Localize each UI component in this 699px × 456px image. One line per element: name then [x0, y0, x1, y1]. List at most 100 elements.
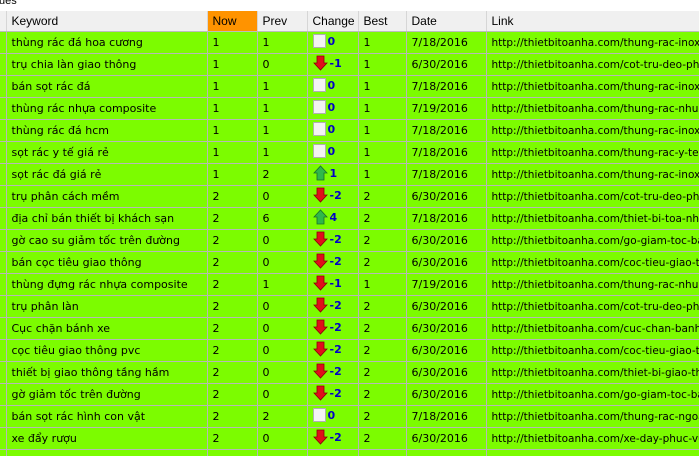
- table-row[interactable]: thùng rác đá hcm 1 1 0 1 7/18/2016 http://thie…: [0, 119, 699, 142]
- cell-prev[interactable]: 2: [257, 163, 308, 186]
- cell-best[interactable]: 2: [358, 405, 407, 428]
- cell-prev[interactable]: 0: [257, 185, 308, 208]
- cell-keyword[interactable]: bán sọt rác hình con vật: [6, 405, 208, 428]
- cell-keyword[interactable]: thiết bị giao thông tầng hầm: [6, 361, 208, 384]
- cell-link[interactable]: http://thietbitoanha.com/cot-tru-deo-pha…: [486, 53, 699, 76]
- cell-now[interactable]: 2: [207, 229, 258, 252]
- cell-link[interactable]: http://thietbitoanha.com/thiet-bi-toa-nh…: [486, 207, 699, 230]
- cell-change[interactable]: 0: [307, 141, 359, 164]
- cell-keyword[interactable]: gờ cao su giảm tốc trên đường: [6, 229, 208, 252]
- cell-prev[interactable]: 1: [257, 97, 308, 120]
- table-row[interactable]: địa chỉ bán thiết bị khách sạn 2 6 4 2 7/18/2…: [0, 207, 699, 230]
- cell-best[interactable]: 2: [358, 207, 407, 230]
- cell-link[interactable]: http://thietbitoanha.com/cot-tru-deo-pha…: [486, 295, 699, 318]
- cell-change[interactable]: 1: [307, 163, 359, 186]
- cell-keyword[interactable]: địa chỉ bán thiết bị khách sạn: [6, 207, 208, 230]
- cell-link[interactable]: http://thietbitoanha.com/cot-tru-deo-pha…: [486, 185, 699, 208]
- cell-date[interactable]: 6/30/2016: [406, 53, 487, 76]
- cell-best[interactable]: 2: [358, 317, 407, 340]
- column-header-keyword[interactable]: Keyword: [6, 11, 208, 32]
- cell-empty[interactable]: [257, 449, 308, 456]
- cell-prev[interactable]: 0: [257, 361, 308, 384]
- cell-empty[interactable]: [358, 449, 407, 456]
- table-row[interactable]: thùng đựng rác nhựa composite 2 1 -1 1 7/19/2…: [0, 273, 699, 296]
- cell-prev[interactable]: 6: [257, 207, 308, 230]
- table-row[interactable]: bán cọc tiêu giao thông 2 0 -2 2 6/30/2016 htt…: [0, 251, 699, 274]
- cell-change[interactable]: -2: [307, 383, 359, 406]
- cell-link[interactable]: http://thietbitoanha.com/thung-rac-inox-…: [486, 75, 699, 98]
- cell-keyword[interactable]: thùng rác đá hcm: [6, 119, 208, 142]
- cell-prev[interactable]: 0: [257, 53, 308, 76]
- cell-change[interactable]: 0: [307, 75, 359, 98]
- table-row[interactable]: sọt rác đá giá rẻ 1 2 1 1 7/18/2016 http://thi…: [0, 163, 699, 186]
- cell-prev[interactable]: 1: [257, 75, 308, 98]
- cell-date[interactable]: 6/30/2016: [406, 317, 487, 340]
- cell-best[interactable]: 1: [358, 141, 407, 164]
- cell-link[interactable]: http://thietbitoanha.com/go-giam-toc-ba.…: [486, 383, 699, 406]
- cell-now[interactable]: 2: [207, 427, 258, 450]
- cell-empty[interactable]: [207, 449, 258, 456]
- cell-date[interactable]: 6/30/2016: [406, 339, 487, 362]
- cell-link[interactable]: http://thietbitoanha.com/thung-rac-nhua-…: [486, 97, 699, 120]
- cell-change[interactable]: -1: [307, 273, 359, 296]
- table-row[interactable]: thiết bị giao thông tầng hầm 2 0 -2 2 6/30/20…: [0, 361, 699, 384]
- cell-date[interactable]: 7/19/2016: [406, 273, 487, 296]
- cell-now[interactable]: 2: [207, 185, 258, 208]
- cell-link[interactable]: http://thietbitoanha.com/thung-rac-nhua-…: [486, 273, 699, 296]
- cell-best[interactable]: 2: [358, 229, 407, 252]
- cell-empty[interactable]: [406, 449, 487, 456]
- cell-now[interactable]: 1: [207, 119, 258, 142]
- cell-now[interactable]: 2: [207, 295, 258, 318]
- cell-link[interactable]: http://thietbitoanha.com/thung-rac-inox-…: [486, 31, 699, 54]
- cell-change[interactable]: -2: [307, 295, 359, 318]
- keyword-ranking-grid[interactable]: Keyword Now Prev Change Best Date Link t…: [0, 11, 699, 456]
- cell-date[interactable]: 7/18/2016: [406, 163, 487, 186]
- cell-keyword[interactable]: bán cọc tiêu giao thông: [6, 251, 208, 274]
- column-header-date[interactable]: Date: [406, 11, 487, 32]
- cell-best[interactable]: 1: [358, 119, 407, 142]
- cell-keyword[interactable]: xe đẩy rượu: [6, 427, 208, 450]
- cell-best[interactable]: 2: [358, 251, 407, 274]
- cell-best[interactable]: 1: [358, 97, 407, 120]
- cell-prev[interactable]: 0: [257, 383, 308, 406]
- table-row[interactable]: bán sọt rác đá 1 1 0 1 7/18/2016 http://thietb…: [0, 75, 699, 98]
- cell-date[interactable]: 6/30/2016: [406, 383, 487, 406]
- cell-date[interactable]: 6/30/2016: [406, 251, 487, 274]
- cell-change[interactable]: 4: [307, 207, 359, 230]
- cell-link[interactable]: http://thietbitoanha.com/thung-rac-inox-…: [486, 163, 699, 186]
- cell-best[interactable]: 2: [358, 427, 407, 450]
- cell-best[interactable]: 1: [358, 273, 407, 296]
- table-row[interactable]: thùng rác đá hoa cương 1 1 0 1 7/18/2016 http:…: [0, 31, 699, 54]
- cell-now[interactable]: 2: [207, 273, 258, 296]
- column-header-change[interactable]: Change: [307, 11, 359, 32]
- cell-link[interactable]: http://thietbitoanha.com/thung-rac-y-te.…: [486, 141, 699, 164]
- cell-change[interactable]: 0: [307, 119, 359, 142]
- cell-change[interactable]: -2: [307, 317, 359, 340]
- cell-change[interactable]: -2: [307, 427, 359, 450]
- cell-date[interactable]: 6/30/2016: [406, 229, 487, 252]
- cell-prev[interactable]: 1: [257, 31, 308, 54]
- table-row[interactable]: gờ giảm tốc trên đường 2 0 -2 2 6/30/2016 http…: [0, 383, 699, 406]
- cell-now[interactable]: 2: [207, 317, 258, 340]
- cell-keyword[interactable]: cọc tiêu giao thông pvc: [6, 339, 208, 362]
- cell-prev[interactable]: 2: [257, 405, 308, 428]
- cell-link[interactable]: http://thietbitoanha.com/thung-rac-inox-…: [486, 119, 699, 142]
- table-row[interactable]: cọc tiêu giao thông pvc 2 0 -2 2 6/30/2016 htt…: [0, 339, 699, 362]
- cell-link[interactable]: http://thietbitoanha.com/thung-rac-ngoai…: [486, 405, 699, 428]
- table-row[interactable]: trụ phân cách mềm 2 0 -2 2 6/30/2016 http://th…: [0, 185, 699, 208]
- cell-change[interactable]: 0: [307, 97, 359, 120]
- cell-best[interactable]: 2: [358, 339, 407, 362]
- cell-date[interactable]: 7/19/2016: [406, 97, 487, 120]
- table-row[interactable]: sọt rác y tế giá rẻ 1 1 0 1 7/18/2016 http://t…: [0, 141, 699, 164]
- cell-prev[interactable]: 0: [257, 339, 308, 362]
- cell-prev[interactable]: 1: [257, 273, 308, 296]
- cell-change[interactable]: -2: [307, 251, 359, 274]
- cell-now[interactable]: 1: [207, 141, 258, 164]
- cell-date[interactable]: 6/30/2016: [406, 295, 487, 318]
- cell-keyword[interactable]: thùng rác nhựa composite: [6, 97, 208, 120]
- cell-now[interactable]: 2: [207, 361, 258, 384]
- cell-link[interactable]: http://thietbitoanha.com/go-giam-toc-ba.…: [486, 229, 699, 252]
- table-row[interactable]: xe đẩy rượu 2 0 -2 2 6/30/2016 http://thietbit…: [0, 427, 699, 450]
- cell-best[interactable]: 2: [358, 295, 407, 318]
- cell-keyword[interactable]: sọt rác y tế giá rẻ: [6, 141, 208, 164]
